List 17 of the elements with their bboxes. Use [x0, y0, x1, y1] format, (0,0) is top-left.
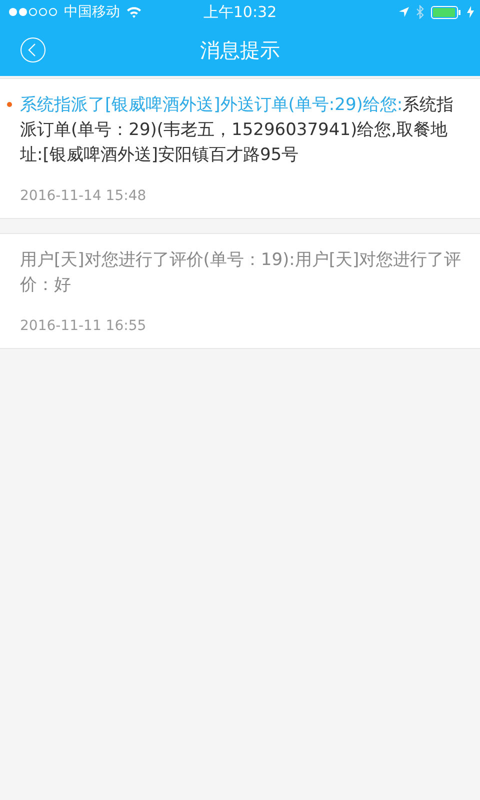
- page-title: 消息提示: [200, 36, 280, 64]
- message-card[interactable]: 系统指派了[银威啤酒外送]外送订单(单号:29)给您:系统指派订单(单号：29)(韦老五，15296037941)给您,取餐地址:[银威啤酒外送]安阳镇百才路95号 2016-11-14 15:48: [0, 78, 480, 219]
- message-time: 2016-11-11 16:55: [20, 318, 146, 334]
- message-time: 2016-11-14 15:48: [20, 188, 146, 204]
- bluetooth-icon: [416, 5, 425, 19]
- battery-icon: [431, 6, 461, 18]
- status-time: 上午10:32: [203, 2, 277, 22]
- wifi-icon: [126, 6, 142, 18]
- message-text: 用户[天]对您进行了评价(单号：19):用户[天]对您进行了评价：好: [20, 249, 462, 297]
- location-arrow-icon: [398, 6, 410, 18]
- carrier-name: 中国移动: [64, 3, 120, 21]
- message-card[interactable]: 用户[天]对您进行了评价(单号：19):用户[天]对您进行了评价：好 2016-11-11 16:55: [0, 233, 480, 349]
- signal-icon: [8, 7, 58, 17]
- message-text: 系统指派了[银威啤酒外送]外送订单(单号:29)给您:系统指派订单(单号：29)(韦老五，15296037941)给您,取餐地址:[银威啤酒外送]安阳镇百才路95号: [20, 94, 455, 167]
- charging-bolt-icon: [467, 6, 474, 18]
- unread-dot: [7, 102, 12, 107]
- back-button[interactable]: [19, 36, 47, 64]
